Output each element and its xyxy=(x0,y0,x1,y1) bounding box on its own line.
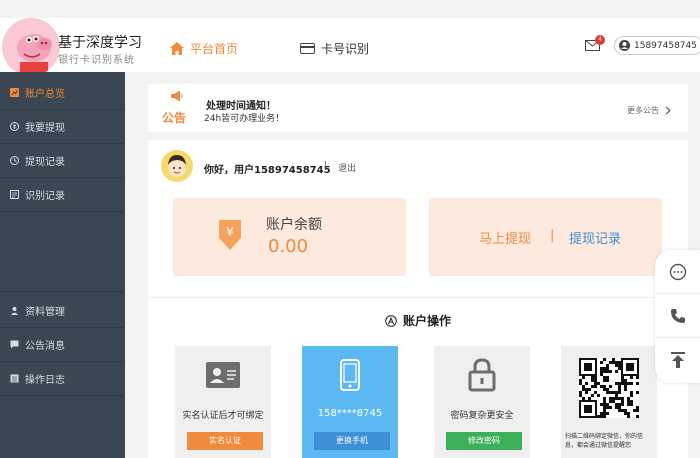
op-card-password: 密码复杂更安全 修改密码 xyxy=(434,346,530,458)
more-announcements-link[interactable]: 更多公告 xyxy=(627,105,671,116)
back-to-top-button[interactable] xyxy=(655,338,700,382)
sidebar-item-announcements[interactable]: 公告消息 xyxy=(0,328,125,362)
nav-card-label: 卡号识别 xyxy=(321,42,370,56)
sidebar-item-label: 我要提现 xyxy=(25,123,65,134)
cartoon-avatar-icon xyxy=(161,150,193,182)
greeting-separator: | xyxy=(324,161,328,171)
svg-text:¥: ¥ xyxy=(226,225,234,239)
operations-title-label: 账户操作 xyxy=(402,314,451,328)
user-icon xyxy=(11,307,18,315)
sidebar-item-label: 识别记录 xyxy=(25,191,65,202)
sidebar-spacer xyxy=(0,218,125,292)
nav-home-label: 平台首页 xyxy=(190,42,239,56)
operations-title: 账户操作 xyxy=(148,312,688,329)
history-icon xyxy=(10,156,19,165)
sidebar-item-account-overview[interactable]: 账户总览 xyxy=(0,76,125,110)
notice-text: 24h皆可办理业务！ xyxy=(204,114,285,124)
notice-bar: 公告 处理时间通知！ 24h皆可办理业务！ 更多公告 xyxy=(148,84,688,132)
notice-label: 公告 xyxy=(162,111,187,125)
sidebar-item-label: 资料管理 xyxy=(25,307,65,318)
sidebar-item-label: 提现记录 xyxy=(25,157,65,168)
sidebar-item-label: 操作日志 xyxy=(25,375,65,386)
change-phone-button[interactable]: 更换手机 xyxy=(314,432,390,450)
id-card-icon xyxy=(175,346,271,404)
op-card-phone: 158****8745 更换手机 xyxy=(302,346,398,458)
megaphone-icon xyxy=(162,90,192,105)
nav-home[interactable]: 平台首页 xyxy=(170,40,238,57)
mail-badge: 4 xyxy=(595,35,605,45)
phone-call-icon xyxy=(670,308,685,323)
back-to-top-icon xyxy=(670,352,685,368)
sidebar-item-recognition-records[interactable]: 识别记录 xyxy=(0,178,125,212)
withdraw-card: 马上提现 | 提现记录 xyxy=(429,198,662,276)
withdraw-separator: | xyxy=(550,228,555,243)
sidebar-item-label: 账户总览 xyxy=(25,89,65,100)
account-circle-icon xyxy=(385,314,397,327)
chat-icon xyxy=(669,263,686,280)
op-card-wechat: 扫描二维码绑定微信，你的信息，都会通过微信提醒您 xyxy=(561,346,657,458)
chat-button[interactable] xyxy=(655,250,700,294)
op-text: 扫描二维码绑定微信，你的信息，都会通过微信提醒您 xyxy=(565,433,644,449)
brand-title: 基于深度学习 xyxy=(58,35,142,51)
user-avatar xyxy=(161,150,193,182)
qrcode-icon xyxy=(561,346,657,430)
chart-icon xyxy=(10,88,19,97)
chevron-right-icon xyxy=(665,106,671,115)
op-text: 158****8745 xyxy=(317,408,383,419)
phone-icon xyxy=(302,346,398,404)
greeting: 你好，用户15897458745 xyxy=(204,165,331,176)
balance-value: 0.00 xyxy=(268,236,309,257)
mail-button[interactable]: 4 xyxy=(585,35,605,54)
scan-icon xyxy=(10,190,19,199)
balance-label: 账户余额 xyxy=(266,217,322,233)
realname-auth-button[interactable]: 实名认证 xyxy=(187,432,263,450)
sidebar-item-profile[interactable]: 资料管理 xyxy=(0,294,125,328)
log-icon xyxy=(10,374,19,383)
message-icon xyxy=(10,340,19,349)
withdraw-now-link[interactable]: 马上提现 xyxy=(479,228,531,247)
top-header: 基于深度学习 银行卡识别系统 平台首页 卡号识别 4 15897458745 xyxy=(0,18,700,76)
lock-icon xyxy=(434,346,530,404)
yuan-coin-icon: ¥ xyxy=(216,220,244,253)
notice-title: 处理时间通知！ xyxy=(206,101,276,112)
nav-card-recognition[interactable]: 卡号识别 xyxy=(300,40,369,57)
logo xyxy=(2,18,60,76)
logout-link[interactable]: 退出 xyxy=(338,161,356,174)
money-icon xyxy=(10,122,19,131)
change-password-button[interactable]: 修改密码 xyxy=(446,432,522,450)
user-avatar-icon xyxy=(619,40,630,51)
home-icon xyxy=(170,42,184,55)
sidebar: 账户总览 我要提现 提现记录 识别记录 资料管理 公告消息 操作日志 xyxy=(0,72,125,458)
card-icon xyxy=(300,43,315,54)
sidebar-item-label: 公告消息 xyxy=(25,341,65,352)
username: 15897458745 xyxy=(634,40,697,51)
more-announcements-label: 更多公告 xyxy=(627,106,659,115)
sidebar-item-withdraw[interactable]: 我要提现 xyxy=(0,110,125,144)
brand-subtitle: 银行卡识别系统 xyxy=(58,55,135,66)
phone-call-button[interactable] xyxy=(655,294,700,338)
withdraw-records-link[interactable]: 提现记录 xyxy=(569,228,621,247)
user-menu[interactable]: 15897458745 xyxy=(614,36,700,55)
floating-toolbar xyxy=(655,250,700,383)
sidebar-item-withdraw-records[interactable]: 提现记录 xyxy=(0,144,125,178)
op-card-realname: 实名认证后才可绑定 实名认证 xyxy=(175,346,271,458)
peppa-logo-icon xyxy=(2,18,60,76)
op-text: 密码复杂更安全 xyxy=(450,411,514,421)
sidebar-item-operation-log[interactable]: 操作日志 xyxy=(0,362,125,396)
op-text: 实名认证后才可绑定 xyxy=(182,411,264,421)
section-divider xyxy=(148,297,688,298)
balance-card: ¥ 账户余额 0.00 xyxy=(173,198,406,276)
account-panel: 你好，用户15897458745 | 退出 ¥ 账户余额 0.00 马上提现 |… xyxy=(148,140,688,458)
